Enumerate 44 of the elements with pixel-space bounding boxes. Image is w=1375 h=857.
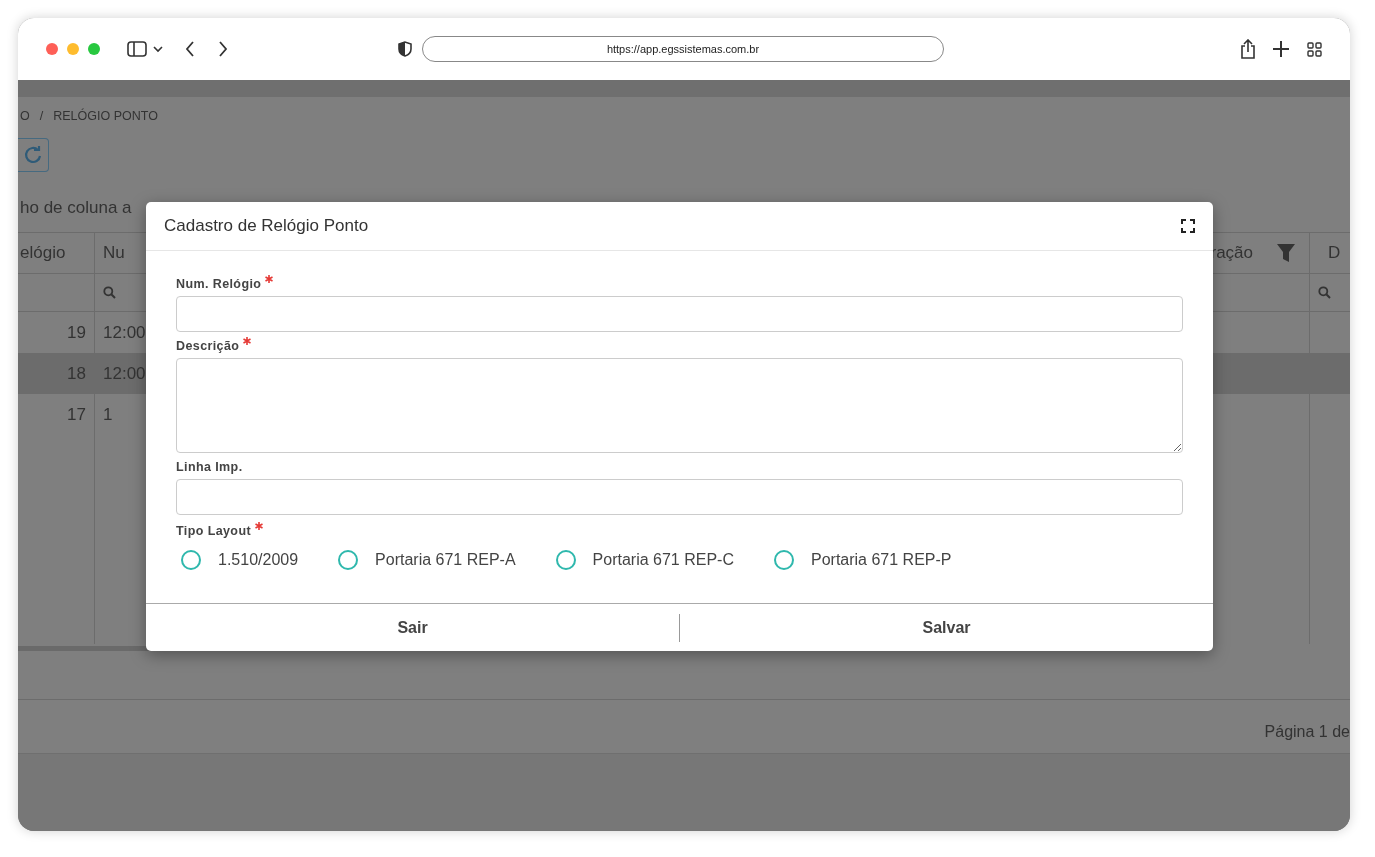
search-icon[interactable] — [103, 286, 116, 299]
refresh-icon — [24, 146, 42, 164]
field-label: Descrição — [176, 339, 240, 353]
radio-label[interactable]: Portaria 671 REP-P — [811, 551, 952, 569]
radio-label[interactable]: Portaria 671 REP-A — [375, 551, 516, 569]
minimize-window-icon[interactable] — [67, 43, 79, 55]
field-label: Tipo Layout — [176, 524, 251, 538]
maximize-window-icon[interactable] — [88, 43, 100, 55]
input-field[interactable] — [176, 479, 1183, 515]
refresh-button[interactable] — [18, 138, 49, 172]
radio-button[interactable] — [555, 550, 576, 570]
pager-text: Página 1 de — [1263, 722, 1350, 742]
radio-button[interactable] — [774, 550, 794, 570]
filter-cell[interactable] — [18, 274, 95, 312]
table-cell: 18 — [18, 353, 95, 394]
text-area[interactable] — [176, 358, 1183, 453]
save-button[interactable]: Salvar — [680, 604, 1213, 651]
forward-icon[interactable] — [218, 41, 228, 57]
required-icon — [255, 522, 263, 530]
fullscreen-icon[interactable] — [1181, 219, 1195, 233]
back-icon[interactable] — [185, 41, 195, 57]
breadcrumb-separator: / — [39, 109, 44, 123]
dialog-title: Cadastro de Relógio Ponto — [164, 216, 369, 236]
sidebar-icon[interactable] — [127, 41, 147, 57]
required-icon — [265, 275, 274, 283]
radio-label[interactable]: 1.510/2009 — [218, 551, 299, 569]
field-label: Linha Imp. — [176, 460, 243, 474]
plus-icon[interactable] — [1273, 41, 1289, 57]
input-field[interactable] — [176, 296, 1183, 332]
filter-icon[interactable] — [1277, 244, 1295, 262]
required-icon — [243, 337, 252, 345]
exit-button[interactable]: Sair — [146, 604, 679, 651]
grouping-hint: ho de coluna a — [20, 198, 133, 218]
share-icon[interactable] — [1241, 39, 1255, 59]
table-cell: 17 — [18, 394, 95, 435]
search-icon[interactable] — [1318, 286, 1331, 299]
close-window-icon[interactable] — [46, 43, 58, 55]
tab-grid-icon[interactable] — [1307, 41, 1322, 57]
shield-icon — [398, 41, 412, 57]
chevron-down-icon[interactable] — [153, 45, 163, 53]
radio-label[interactable]: Portaria 671 REP-C — [592, 551, 734, 569]
radio-button[interactable] — [181, 550, 201, 570]
field-label: Num. Relógio — [176, 277, 262, 291]
radio-button[interactable] — [338, 550, 359, 570]
